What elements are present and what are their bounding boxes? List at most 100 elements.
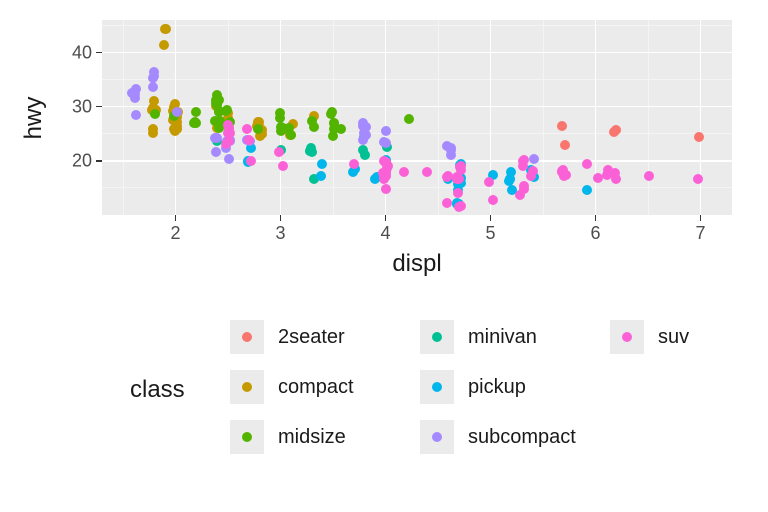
legend-label: subcompact bbox=[468, 426, 576, 449]
x-tick-label: 5 bbox=[485, 223, 495, 244]
data-point bbox=[609, 127, 619, 137]
data-point bbox=[211, 95, 221, 105]
x-tick-label: 6 bbox=[590, 223, 600, 244]
data-point bbox=[246, 156, 256, 166]
data-point bbox=[221, 106, 231, 116]
y-tick-label: 20 bbox=[72, 150, 92, 171]
data-point bbox=[172, 107, 182, 117]
x-tick-label: 4 bbox=[380, 223, 390, 244]
data-point bbox=[611, 174, 621, 184]
data-point bbox=[644, 171, 654, 181]
data-point bbox=[148, 73, 158, 83]
legend-item-pickup: pickup bbox=[420, 370, 610, 404]
legend-label: minivan bbox=[468, 326, 537, 349]
chart-root: hwy displ class 2seater compact midsize min… bbox=[0, 0, 768, 512]
data-point bbox=[211, 133, 221, 143]
data-point bbox=[148, 128, 158, 138]
legend-key bbox=[230, 420, 264, 454]
legend-key bbox=[420, 320, 454, 354]
y-tick-label: 40 bbox=[72, 42, 92, 63]
legend-item-midsize: midsize bbox=[230, 420, 420, 454]
legend-key bbox=[420, 420, 454, 454]
legend-dot-icon bbox=[242, 432, 252, 442]
data-point bbox=[593, 173, 603, 183]
data-point bbox=[149, 96, 159, 106]
legend-item-minivan: minivan bbox=[420, 320, 610, 354]
data-point bbox=[582, 185, 592, 195]
data-point bbox=[454, 174, 464, 184]
data-point bbox=[278, 161, 288, 171]
data-point bbox=[557, 166, 567, 176]
data-point bbox=[211, 147, 221, 157]
data-point bbox=[456, 165, 466, 175]
data-point bbox=[159, 40, 169, 50]
legend-label: pickup bbox=[468, 376, 526, 399]
legend-dot-icon bbox=[432, 332, 442, 342]
data-point bbox=[307, 147, 317, 157]
data-point bbox=[172, 124, 182, 134]
data-point bbox=[349, 159, 359, 169]
data-point bbox=[404, 114, 414, 124]
data-point bbox=[446, 143, 456, 153]
plot-panel bbox=[102, 20, 732, 215]
data-point bbox=[582, 159, 592, 169]
data-point bbox=[442, 198, 452, 208]
legend-key bbox=[610, 320, 644, 354]
data-point bbox=[454, 202, 464, 212]
data-point bbox=[529, 154, 539, 164]
data-point bbox=[224, 154, 234, 164]
data-point bbox=[275, 108, 285, 118]
data-point bbox=[191, 107, 201, 117]
data-point bbox=[560, 140, 570, 150]
data-point bbox=[519, 181, 529, 191]
data-point bbox=[150, 109, 160, 119]
legend-item-2seater: 2seater bbox=[230, 320, 420, 354]
data-point bbox=[518, 161, 528, 171]
data-point bbox=[381, 184, 391, 194]
x-tick-label: 3 bbox=[275, 223, 285, 244]
y-tick-label: 30 bbox=[72, 96, 92, 117]
data-point bbox=[484, 177, 494, 187]
data-point bbox=[317, 159, 327, 169]
data-point bbox=[274, 147, 284, 157]
data-point bbox=[453, 188, 463, 198]
x-tick-label: 7 bbox=[695, 223, 705, 244]
data-point bbox=[381, 126, 391, 136]
data-point bbox=[278, 124, 288, 134]
legend-key bbox=[230, 320, 264, 354]
data-point bbox=[442, 172, 452, 182]
legend-item-suv: suv bbox=[610, 320, 768, 354]
data-point bbox=[515, 190, 525, 200]
x-tick-label: 2 bbox=[170, 223, 180, 244]
data-point bbox=[148, 82, 158, 92]
data-point bbox=[422, 167, 432, 177]
data-point bbox=[488, 195, 498, 205]
legend-title: class bbox=[130, 376, 185, 404]
data-point bbox=[528, 166, 538, 176]
data-point bbox=[399, 167, 409, 177]
data-point bbox=[244, 135, 254, 145]
data-point bbox=[160, 24, 170, 34]
legend-label: midsize bbox=[278, 426, 346, 449]
legend-dot-icon bbox=[432, 382, 442, 392]
data-point bbox=[131, 110, 141, 120]
legend-label: suv bbox=[658, 326, 689, 349]
legend-item-subcompact: subcompact bbox=[420, 420, 610, 454]
legend-dot-icon bbox=[432, 432, 442, 442]
legend-label: compact bbox=[278, 376, 354, 399]
y-axis-title: hwy bbox=[20, 97, 48, 140]
x-axis-title: displ bbox=[392, 250, 441, 278]
data-point bbox=[379, 137, 389, 147]
data-point bbox=[381, 157, 391, 167]
legend-key bbox=[230, 370, 264, 404]
legend-dot-icon bbox=[242, 382, 252, 392]
legend-dot-icon bbox=[242, 332, 252, 342]
legend-item-compact: compact bbox=[230, 370, 420, 404]
legend-dot-icon bbox=[622, 332, 632, 342]
data-point bbox=[307, 116, 317, 126]
data-point bbox=[694, 132, 704, 142]
data-point bbox=[557, 121, 567, 131]
legend-key bbox=[420, 370, 454, 404]
data-point bbox=[130, 93, 140, 103]
data-point bbox=[221, 139, 231, 149]
